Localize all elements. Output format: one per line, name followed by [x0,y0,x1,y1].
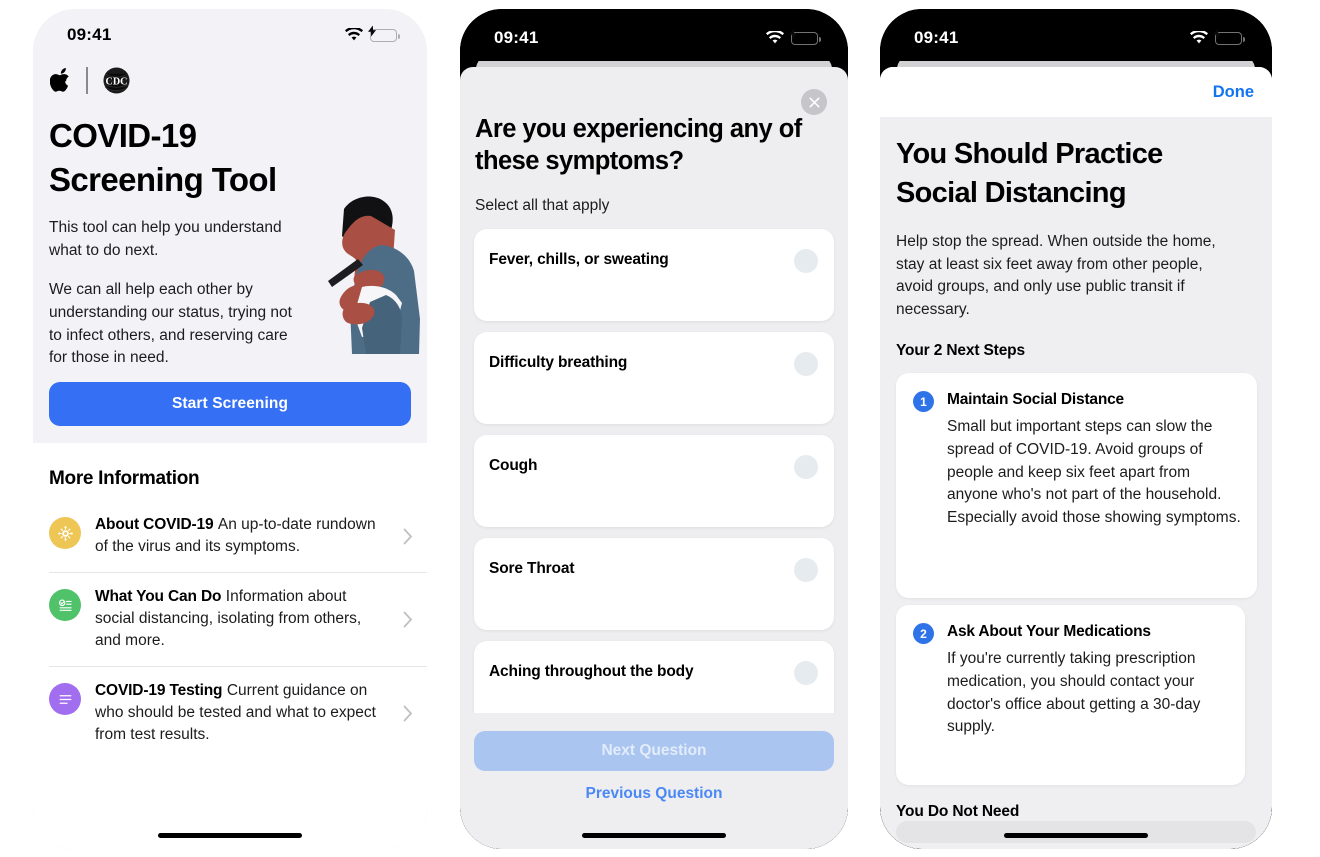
phone-1-home-screen: 09:41 CDC COVID-19 Screening Tool This t… [33,9,427,849]
status-bar-3: 09:41 [880,9,1272,61]
more-information-heading: More Information [49,468,200,489]
next-step-card-2[interactable]: 2 Ask About Your Medications If you're c… [896,605,1245,785]
info-row-covid-testing[interactable]: COVID-19 Testing Current guidance on who… [33,666,427,760]
symptom-card-2[interactable]: Cough [474,435,834,527]
you-do-not-need-heading: You Do Not Need [896,803,1020,820]
more-information-section: More Information About COVID-19 An up-to… [33,443,427,849]
navigation-bar: Done [880,67,1272,117]
svg-text:CDC: CDC [105,76,127,87]
intro-paragraph-2: We can all help each other by understand… [49,281,292,367]
charging-bolt-icon [1213,28,1222,40]
symptoms-footer: Next Question Previous Question [460,713,848,849]
status-indicators [345,25,400,42]
phone-1-screen: 09:41 CDC COVID-19 Screening Tool This t… [33,9,427,849]
info-row-about-covid[interactable]: About COVID-19 An up-to-date rundown of … [33,500,427,572]
step-number-badge: 2 [913,623,934,644]
symptom-label: Difficulty breathing [489,354,628,371]
question-title: Are you experiencing any of these sympto… [475,115,802,176]
symptom-card-3[interactable]: Sore Throat [474,538,834,630]
results-title: You Should Practice Social Distancing [896,138,1163,209]
next-steps-heading: Your 2 Next Steps [896,342,1025,359]
info-row-title: What You Can Do [95,588,222,605]
home-indicator [1004,833,1148,838]
status-indicators [766,28,821,45]
partner-logos: CDC [50,67,130,94]
symptom-radio-4[interactable] [794,661,818,685]
symptom-card-0[interactable]: Fever, chills, or sweating [474,229,834,321]
charging-bolt-icon [368,25,377,37]
symptom-label: Aching throughout the body [489,663,694,680]
battery-charging-icon [1213,28,1245,45]
close-icon[interactable] [801,89,827,115]
home-indicator [582,833,726,838]
step-title: Maintain Social Distance [947,391,1124,408]
phone-1-hero: CDC COVID-19 Screening Tool This tool ca… [33,9,427,434]
intro-paragraph-1: This tool can help you understand what t… [49,219,282,259]
phone-2-symptoms-screen: 09:41 Are you experiencing any of these … [460,9,848,849]
symptom-radio-1[interactable] [794,352,818,376]
status-bar-2: 09:41 [460,9,848,61]
info-row-what-you-can-do[interactable]: What You Can Do Information about social… [33,572,427,666]
phone-3-results-screen: 09:41 Done You Should Practice Social Di… [880,9,1272,849]
step-title: Ask About Your Medications [947,623,1151,640]
wifi-icon [766,31,784,44]
results-paragraph: Help stop the spread. When outside the h… [896,233,1216,318]
status-time: 09:41 [914,28,959,47]
status-time: 09:41 [67,25,112,44]
charging-bolt-icon [789,28,798,40]
symptom-label: Cough [489,457,538,474]
symptom-radio-3[interactable] [794,558,818,582]
symptom-radio-0[interactable] [794,249,818,273]
info-row-body: What You Can Do Information about social… [95,586,389,652]
info-row-title: About COVID-19 [95,516,214,533]
home-indicator [158,833,302,838]
step-description: Small but important steps can slow the s… [947,418,1241,527]
logo-divider [86,67,88,94]
symptom-card-1[interactable]: Difficulty breathing [474,332,834,424]
screenshot-stage: 09:41 CDC COVID-19 Screening Tool This t… [0,0,1320,857]
phone-2-screen: 09:41 Are you experiencing any of these … [460,9,848,849]
wifi-icon [1190,31,1208,44]
info-row-title: COVID-19 Testing [95,682,223,699]
battery-charging-icon [368,25,400,42]
info-row-body: About COVID-19 An up-to-date rundown of … [95,514,389,558]
symptom-label: Sore Throat [489,560,575,577]
status-indicators [1190,28,1245,45]
symptom-label: Fever, chills, or sweating [489,251,669,268]
done-button[interactable]: Done [1213,83,1254,102]
info-row-body: COVID-19 Testing Current guidance on who… [95,680,389,746]
virus-icon [49,517,81,549]
next-question-button[interactable]: Next Question [474,731,834,771]
chevron-right-icon [403,611,413,627]
step-description: If you're currently taking prescription … [947,650,1201,736]
horizontal-scroll-track[interactable] [896,821,1256,843]
status-time: 09:41 [494,28,539,47]
checklist-icon [49,589,81,621]
person-using-phone-illustration [292,189,427,354]
symptom-radio-2[interactable] [794,455,818,479]
battery-charging-icon [789,28,821,45]
symptoms-modal-sheet: Are you experiencing any of these sympto… [460,67,848,849]
start-screening-button[interactable]: Start Screening [49,382,411,426]
step-number-badge: 1 [913,391,934,412]
phone-3-screen: 09:41 Done You Should Practice Social Di… [880,9,1272,849]
wifi-icon [345,28,363,41]
next-step-card-1[interactable]: 1 Maintain Social Distance Small but imp… [896,373,1257,598]
document-lines-icon [49,683,81,715]
results-modal-sheet: Done You Should Practice Social Distanci… [880,67,1272,849]
chevron-right-icon [403,528,413,544]
cdc-logo-icon: CDC [102,67,130,94]
status-bar-1: 09:41 [33,9,427,55]
question-subtitle: Select all that apply [475,197,610,214]
previous-question-button[interactable]: Previous Question [460,785,848,803]
chevron-right-icon [403,705,413,721]
apple-logo-icon [50,68,69,92]
